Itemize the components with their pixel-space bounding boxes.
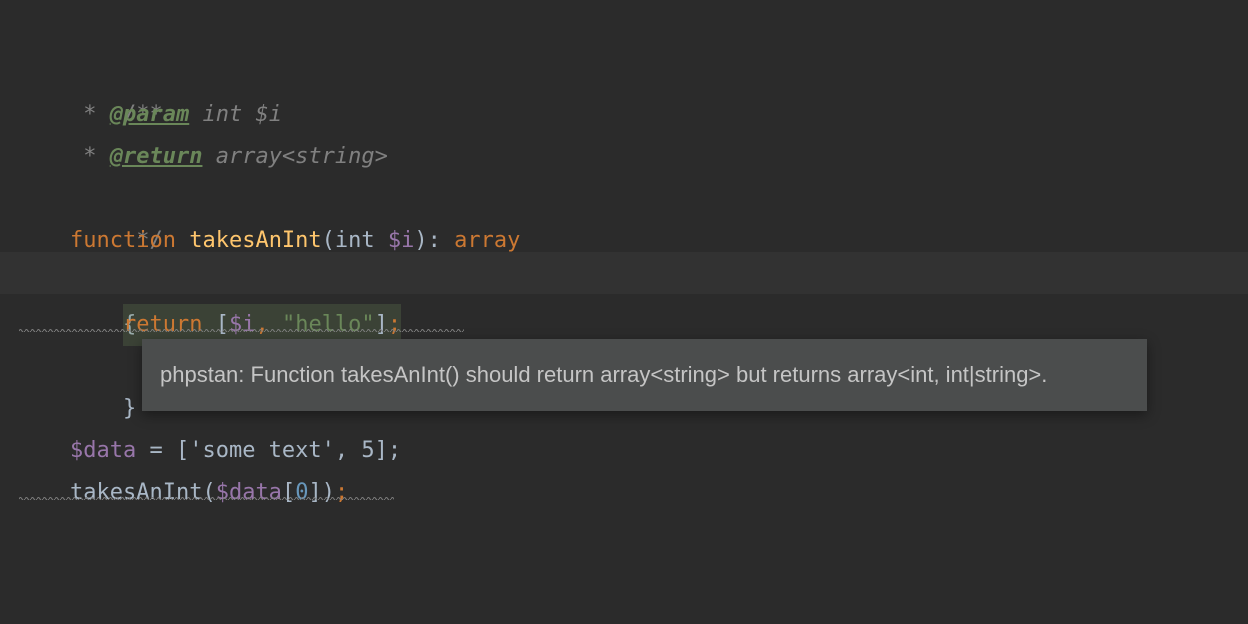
error-tooltip: phpstan: Function takesAnInt() should re… — [142, 339, 1147, 411]
data-variable: $data — [70, 438, 136, 463]
paren-open: ( — [322, 228, 335, 253]
call-paren-open: ( — [202, 480, 215, 505]
warning-squiggle — [19, 496, 394, 500]
array-var: $i — [229, 312, 256, 337]
comma: , — [255, 312, 282, 337]
indent — [70, 312, 123, 337]
code-editor[interactable]: /** * @param int $i * @return array<stri… — [0, 0, 1248, 514]
param-tag: @param — [110, 102, 189, 127]
warning-squiggle — [19, 328, 464, 332]
call-semicolon: ; — [335, 480, 348, 505]
bracket-close: ] — [375, 312, 388, 337]
param-variable: $i — [388, 228, 415, 253]
code-line: * @return array<string> — [70, 136, 1248, 178]
assignment: = ['some text', 5]; — [136, 438, 401, 463]
return-tag: @return — [110, 144, 203, 169]
code-line: takesAnInt($data[0]); — [70, 472, 1248, 514]
return-keyword: return — [123, 312, 216, 337]
code-line: { — [70, 262, 1248, 304]
array-index: 0 — [295, 480, 308, 505]
index-bracket-open: [ — [282, 480, 295, 505]
docblock-star: * — [70, 144, 110, 169]
tooltip-message: phpstan: Function takesAnInt() should re… — [160, 362, 1047, 387]
param-var: $i — [255, 102, 282, 127]
return-type-hint: array — [454, 228, 520, 253]
return-type: array<string> — [202, 144, 387, 169]
bracket-open: [ — [216, 312, 229, 337]
docblock-star: * — [70, 102, 110, 127]
code-line: $data = ['some text', 5]; — [70, 430, 1248, 472]
code-line: /** — [70, 52, 1248, 94]
function-call: takesAnInt — [70, 480, 202, 505]
paren-close: ) — [414, 228, 427, 253]
param-type: int — [189, 102, 255, 127]
call-paren-close: ) — [322, 480, 335, 505]
semicolon: ; — [388, 312, 401, 337]
param-type-hint: int — [335, 228, 388, 253]
code-line: * @param int $i — [70, 94, 1248, 136]
call-arg-var: $data — [216, 480, 282, 505]
colon: : — [428, 228, 455, 253]
function-name: takesAnInt — [189, 228, 321, 253]
index-bracket-close: ] — [308, 480, 321, 505]
code-line: */ — [70, 178, 1248, 220]
string-literal: "hello" — [282, 312, 375, 337]
function-keyword: function — [70, 228, 189, 253]
code-line: function takesAnInt(int $i): array — [70, 220, 1248, 262]
